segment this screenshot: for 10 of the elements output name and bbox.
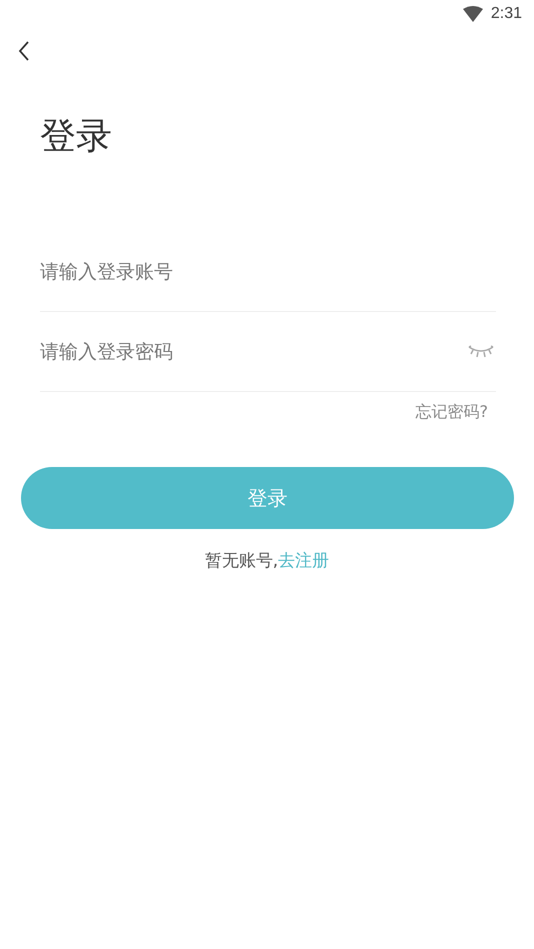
- account-field[interactable]: 请输入登录账号: [40, 260, 496, 282]
- register-prompt: 暂无账号,: [204, 550, 278, 572]
- forgot-password-link[interactable]: 忘记密码?: [416, 402, 488, 423]
- wifi-icon: [462, 6, 483, 22]
- back-icon[interactable]: [18, 41, 30, 61]
- password-field[interactable]: 请输入登录密码: [40, 340, 468, 362]
- login-button[interactable]: 登录: [21, 467, 514, 529]
- page-title: 登录: [40, 115, 113, 159]
- register-link[interactable]: 去注册: [278, 549, 330, 572]
- status-time: 2:31: [490, 5, 522, 23]
